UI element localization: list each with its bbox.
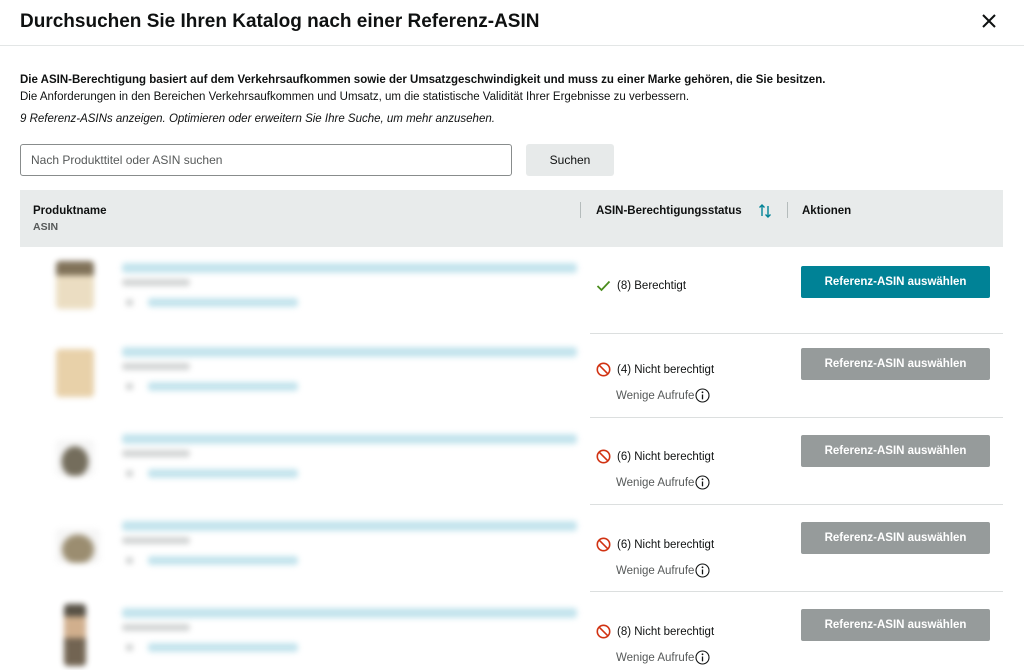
info-icon[interactable] xyxy=(695,563,710,578)
table-row: (8) Berechtigt Referenz-ASIN auswählen xyxy=(20,247,1003,334)
product-title-blurred xyxy=(122,434,577,444)
info-icon[interactable] xyxy=(695,475,710,490)
status-reason: Wenige Aufrufe xyxy=(616,388,710,403)
status-reason: Wenige Aufrufe xyxy=(616,650,710,665)
description: Die ASIN-Berechtigung basiert auf dem Ve… xyxy=(20,72,825,106)
status-cell: (6) Nicht berechtigt xyxy=(596,537,714,552)
select-reference-asin-button[interactable]: Referenz-ASIN auswählen xyxy=(801,348,990,380)
status-text: (8) Nicht berechtigt xyxy=(617,625,715,638)
product-asin-blurred xyxy=(122,279,190,286)
not-allowed-icon xyxy=(596,624,611,639)
plus-icon xyxy=(126,299,133,306)
product-cell xyxy=(20,247,587,334)
product-asin-blurred xyxy=(122,537,190,544)
product-cell xyxy=(20,418,587,505)
product-link-blurred xyxy=(148,556,298,565)
select-reference-asin-button[interactable]: Referenz-ASIN auswählen xyxy=(801,609,990,641)
status-cell: (8) Nicht berechtigt xyxy=(596,624,714,639)
modal-header: Durchsuchen Sie Ihren Katalog nach einer… xyxy=(0,0,1024,46)
product-title-blurred xyxy=(122,263,577,273)
select-reference-asin-button[interactable]: Referenz-ASIN auswählen xyxy=(801,435,990,467)
not-allowed-icon xyxy=(596,449,611,464)
search-input[interactable] xyxy=(20,144,512,176)
sort-icon[interactable] xyxy=(758,203,772,219)
status-reason: Wenige Aufrufe xyxy=(616,475,710,490)
not-allowed-icon xyxy=(596,362,611,377)
description-line-1: Die ASIN-Berechtigung basiert auf dem Ve… xyxy=(20,74,826,86)
search-button[interactable]: Suchen xyxy=(526,144,614,176)
product-image xyxy=(56,440,94,476)
product-asin-blurred xyxy=(122,624,190,631)
close-icon[interactable] xyxy=(978,10,1000,32)
product-image xyxy=(64,604,86,666)
reason-text: Wenige Aufrufe xyxy=(616,651,695,664)
status-reason: Wenige Aufrufe xyxy=(616,563,710,578)
column-divider xyxy=(580,202,581,218)
result-count: 9 Referenz-ASINs anzeigen. Optimieren od… xyxy=(20,113,495,125)
product-link-blurred xyxy=(148,469,298,478)
column-header-status[interactable]: ASIN-Berechtigungsstatus xyxy=(596,205,742,217)
select-reference-asin-button[interactable]: Referenz-ASIN auswählen xyxy=(801,522,990,554)
table-row: (6) Nicht berechtigt Wenige Aufrufe Refe… xyxy=(20,505,1003,592)
product-image xyxy=(56,261,94,309)
status-text: (4) Nicht berechtigt xyxy=(617,363,715,376)
plus-icon xyxy=(126,383,133,390)
status-cell: (6) Nicht berechtigt xyxy=(596,449,714,464)
status-text: (6) Nicht berechtigt xyxy=(617,538,715,551)
column-header-asin: ASIN xyxy=(33,221,59,233)
status-cell: (4) Nicht berechtigt xyxy=(596,362,714,377)
plus-icon xyxy=(126,470,133,477)
status-cell: (8) Berechtigt xyxy=(596,280,686,292)
product-image xyxy=(56,349,94,397)
product-image xyxy=(56,529,100,563)
product-link-blurred xyxy=(148,382,298,391)
product-cell xyxy=(20,331,587,418)
product-title-blurred xyxy=(122,521,577,531)
table-row: (8) Nicht berechtigt Wenige Aufrufe Refe… xyxy=(20,592,1003,670)
status-text: (6) Nicht berechtigt xyxy=(617,450,715,463)
product-asin-blurred xyxy=(122,363,190,370)
select-reference-asin-button[interactable]: Referenz-ASIN auswählen xyxy=(801,266,990,298)
reason-text: Wenige Aufrufe xyxy=(616,476,695,489)
plus-icon xyxy=(126,644,133,651)
status-text: (8) Berechtigt xyxy=(617,280,687,292)
product-cell xyxy=(20,505,587,592)
column-header-actions: Aktionen xyxy=(802,205,852,217)
product-link-blurred xyxy=(148,643,298,652)
product-asin-blurred xyxy=(122,450,190,457)
reason-text: Wenige Aufrufe xyxy=(616,564,695,577)
info-icon[interactable] xyxy=(695,650,710,665)
info-icon[interactable] xyxy=(695,388,710,403)
table-header: Produktname ASIN ASIN-Berechtigungsstatu… xyxy=(20,190,1003,247)
modal-title: Durchsuchen Sie Ihren Katalog nach einer… xyxy=(20,11,540,32)
plus-icon xyxy=(126,557,133,564)
check-icon xyxy=(596,280,611,292)
product-title-blurred xyxy=(122,608,577,618)
not-allowed-icon xyxy=(596,537,611,552)
description-line-2: Die Anforderungen in den Bereichen Verke… xyxy=(20,91,690,103)
column-divider xyxy=(787,202,788,218)
reason-text: Wenige Aufrufe xyxy=(616,389,695,402)
column-header-product: Produktname xyxy=(33,205,107,217)
table-row: (4) Nicht berechtigt Wenige Aufrufe Refe… xyxy=(20,331,1003,418)
product-link-blurred xyxy=(148,298,298,307)
product-cell xyxy=(20,592,587,670)
product-title-blurred xyxy=(122,347,577,357)
table-row: (6) Nicht berechtigt Wenige Aufrufe Refe… xyxy=(20,418,1003,505)
